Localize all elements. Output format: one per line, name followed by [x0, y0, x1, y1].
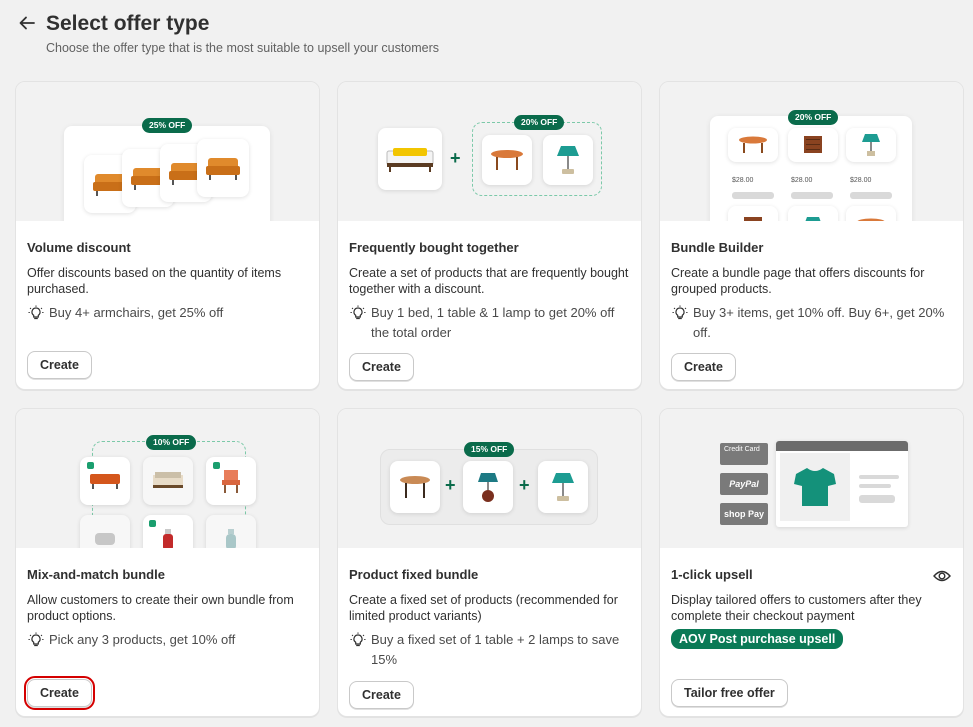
- placeholder-bar: [859, 484, 891, 488]
- product-dresser-image: [788, 128, 838, 162]
- card-title: Frequently bought together: [349, 240, 519, 255]
- armchair-image: [80, 515, 130, 548]
- page-title: Select offer type: [46, 12, 210, 35]
- card-title: Mix-and-match bundle: [27, 567, 165, 582]
- frequently-bought-illustration: + 20% OFF: [338, 82, 641, 221]
- discount-badge: 20% OFF: [514, 115, 565, 130]
- aov-tag: AOV Post purchase upsell: [671, 629, 844, 649]
- discount-badge: 15% OFF: [464, 442, 515, 457]
- product-fixed-bundle-illustration: 15% OFF + +: [338, 409, 641, 548]
- discount-badge: 10% OFF: [146, 435, 197, 450]
- card-tip: Buy 1 bed, 1 table & 1 lamp to get 20% o…: [349, 303, 630, 343]
- product-dresser-image: [728, 206, 778, 221]
- placeholder-bar: [859, 495, 895, 503]
- card-description: Allow customers to create their own bund…: [27, 593, 294, 623]
- product-lamp-image: [788, 206, 838, 221]
- lamp-image: [463, 461, 513, 513]
- lamp-image: [538, 461, 588, 513]
- card-description: Create a fixed set of products (recommen…: [349, 593, 618, 623]
- card-tip-text: Pick any 3 products, get 10% off: [49, 632, 236, 647]
- credit-card-option: Credit Card: [720, 443, 768, 465]
- card-frequently-bought-together: + 20% OFF Frequently bought together Cre…: [337, 81, 642, 390]
- bed-image: [143, 457, 193, 505]
- product-price: $28.00: [791, 177, 813, 184]
- card-title: Volume discount: [27, 240, 131, 255]
- product-lamp-image: [846, 128, 896, 162]
- card-title: Bundle Builder: [671, 240, 764, 255]
- vase-image: [206, 515, 256, 548]
- shop-pay-option: shop Pay: [720, 503, 768, 525]
- card-tip-text: Buy a fixed set of 1 table + 2 lamps to …: [371, 632, 620, 667]
- card-tip: Buy a fixed set of 1 table + 2 lamps to …: [349, 630, 630, 670]
- plus-icon: +: [445, 475, 456, 495]
- lightbulb-icon: [672, 305, 688, 320]
- create-button[interactable]: Create: [27, 351, 92, 379]
- placeholder-bar: [791, 192, 833, 199]
- card-description: Create a set of products that are freque…: [349, 266, 629, 296]
- card-tip-text: Buy 1 bed, 1 table & 1 lamp to get 20% o…: [371, 305, 615, 340]
- card-bundle-builder: 20% OFF $28.00 $28.00 $28.00 Bundle Buil…: [659, 81, 964, 390]
- discount-badge: 20% OFF: [788, 110, 839, 125]
- product-price: $28.00: [732, 177, 754, 184]
- back-arrow-icon[interactable]: [18, 14, 40, 36]
- table-image: [482, 135, 532, 185]
- t-shirt-image: [780, 453, 850, 521]
- card-tip-text: Buy 3+ items, get 10% off. Buy 6+, get 2…: [693, 305, 945, 340]
- bed-image: [378, 128, 442, 190]
- card-title: 1-click upsell: [671, 567, 753, 582]
- bundle-builder-illustration: 20% OFF $28.00 $28.00 $28.00: [660, 82, 963, 221]
- placeholder-bar: [732, 192, 774, 199]
- create-button[interactable]: Create: [24, 676, 95, 710]
- card-volume-discount: 25% OFF Volume discount Offer discounts …: [15, 81, 320, 390]
- armchair-image: [197, 139, 249, 197]
- create-button[interactable]: Create: [349, 353, 414, 381]
- product-price: $28.00: [850, 177, 872, 184]
- card-product-fixed-bundle: 15% OFF + + Product fixed bundle Create …: [337, 408, 642, 717]
- placeholder-bar: [850, 192, 892, 199]
- card-1-click-upsell: Credit Card PayPal shop Pay 1-click upse…: [659, 408, 964, 717]
- card-mix-and-match-bundle: 10% OFF Mix-and-match bundle Allow custo…: [15, 408, 320, 717]
- card-description: Display tailored offers to customers aft…: [671, 593, 922, 623]
- create-button[interactable]: Create: [671, 353, 736, 381]
- tailor-free-offer-button[interactable]: Tailor free offer: [671, 679, 788, 707]
- card-tip: Buy 3+ items, get 10% off. Buy 6+, get 2…: [671, 303, 952, 343]
- card-title: Product fixed bundle: [349, 567, 479, 582]
- mix-and-match-illustration: 10% OFF: [16, 409, 319, 548]
- volume-discount-illustration: 25% OFF: [16, 82, 319, 221]
- card-tip-text: Buy 4+ armchairs, get 25% off: [49, 305, 224, 320]
- create-button[interactable]: Create: [349, 681, 414, 709]
- discount-badge: 25% OFF: [142, 118, 193, 133]
- product-table-image: [728, 128, 778, 162]
- lightbulb-icon: [28, 632, 44, 647]
- lightbulb-icon: [350, 632, 366, 647]
- paypal-option: PayPal: [720, 473, 768, 495]
- card-description: Offer discounts based on the quantity of…: [27, 266, 282, 296]
- lamp-image: [543, 135, 593, 185]
- table-image: [390, 461, 440, 513]
- plus-icon: +: [519, 475, 530, 495]
- 1-click-upsell-illustration: Credit Card PayPal shop Pay: [660, 409, 963, 548]
- placeholder-bar: [859, 475, 899, 479]
- plus-icon: +: [450, 148, 461, 168]
- page-subtitle: Choose the offer type that is the most s…: [46, 41, 440, 55]
- card-description: Create a bundle page that offers discoun…: [671, 266, 925, 296]
- product-table-image: [846, 206, 896, 221]
- card-tip: Pick any 3 products, get 10% off: [27, 630, 308, 650]
- lightbulb-icon: [350, 305, 366, 320]
- card-tip: Buy 4+ armchairs, get 25% off: [27, 303, 308, 323]
- lightbulb-icon: [28, 305, 44, 320]
